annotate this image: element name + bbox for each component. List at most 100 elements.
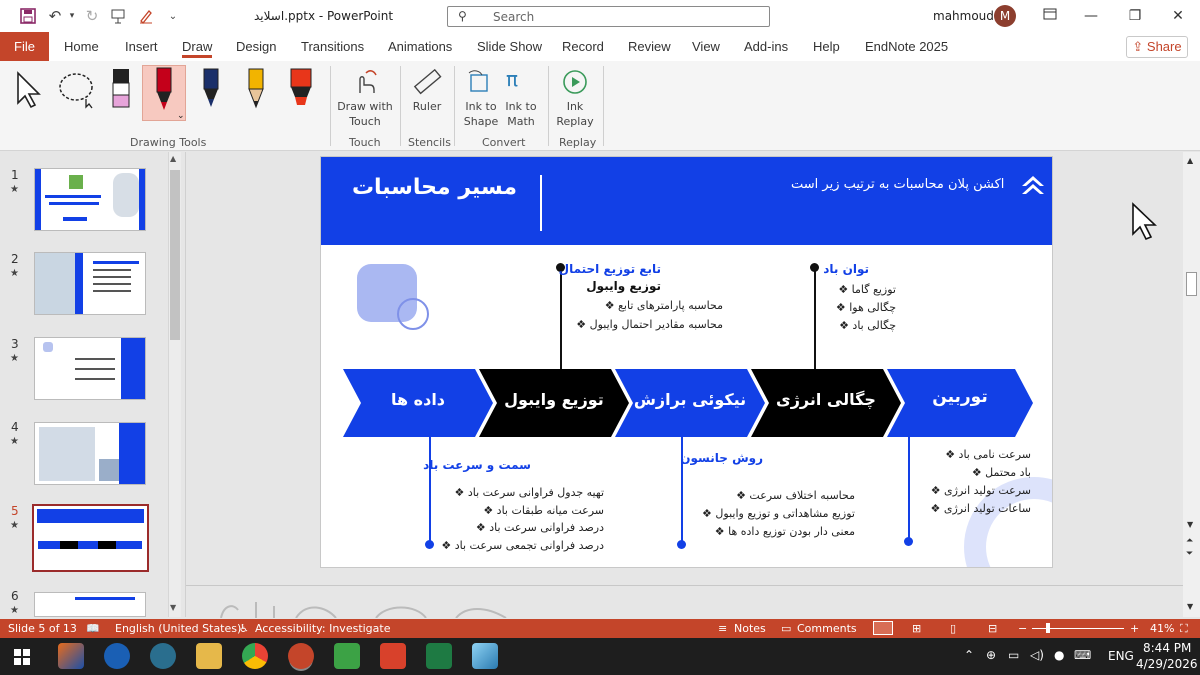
slide-thumbnail-2[interactable] xyxy=(34,252,146,315)
scroll-down-icon[interactable]: ▼ xyxy=(170,603,176,612)
tab-insert[interactable]: Insert xyxy=(125,32,158,61)
slide-thumbnail-1[interactable] xyxy=(34,168,146,231)
pencil-icon[interactable] xyxy=(243,67,269,116)
reading-view-icon[interactable]: ▯ xyxy=(950,622,956,635)
wind-power-item[interactable]: چگالی هوا ❖ xyxy=(826,299,896,317)
user-name[interactable]: mahmoud xyxy=(933,9,994,23)
johnson-item[interactable]: توزیع مشاهداتی و توزیع وایبول ❖ xyxy=(693,505,855,523)
prob-dist-item[interactable]: محاسبه پارامترهای تابع ❖ xyxy=(573,297,723,315)
pen-icon[interactable] xyxy=(136,6,156,26)
slide-subtitle[interactable]: اکشن پلان محاسبات به ترتیب زیر است xyxy=(791,177,1004,192)
camtasia-icon[interactable] xyxy=(334,643,360,669)
volume-icon[interactable]: ◁) xyxy=(1030,648,1044,662)
turbine-item[interactable]: سرعت تولید انرژی ❖ xyxy=(917,482,1031,500)
editor-scrollbar[interactable]: ▲ ▼ ⏶ ⏷ ▼ xyxy=(1183,152,1200,617)
scroll-down-icon[interactable]: ▼ xyxy=(1187,520,1193,529)
ribbon-display-icon[interactable] xyxy=(1035,6,1065,26)
ink-replay-icon[interactable] xyxy=(560,67,590,100)
arrow-label-turbine[interactable]: توربین xyxy=(903,387,1017,407)
tab-draw[interactable]: Draw xyxy=(182,32,213,61)
prev-slide-icon[interactable]: ⏶ xyxy=(1186,536,1193,546)
fit-slide-icon[interactable]: ⛶ xyxy=(1180,622,1188,636)
slide-counter[interactable]: Slide 5 of 13 xyxy=(8,622,77,635)
tab-transitions[interactable]: Transitions xyxy=(301,32,364,61)
tab-review[interactable]: Review xyxy=(628,32,671,61)
turbine-item[interactable]: ساعات تولید انرژی ❖ xyxy=(917,500,1032,518)
notes-icon[interactable]: ≡ xyxy=(718,622,727,635)
scroll-up-icon[interactable]: ▲ xyxy=(1187,156,1193,165)
minimize-icon[interactable]: — xyxy=(1076,6,1106,26)
accessibility-status[interactable]: Accessibility: Investigate xyxy=(255,622,391,635)
arrow-label-data[interactable]: داده ها xyxy=(361,390,475,409)
excel-icon[interactable] xyxy=(426,643,452,669)
clock-date[interactable]: 4/29/2026 xyxy=(1136,657,1198,671)
slideshow-view-icon[interactable]: ⊟ xyxy=(988,622,997,635)
slide-thumbnail-3[interactable] xyxy=(34,337,146,400)
slide-thumbnail-6[interactable] xyxy=(34,592,146,617)
tab-add-ins[interactable]: Add-ins xyxy=(744,32,788,61)
normal-view-icon[interactable] xyxy=(873,621,893,635)
scroll-down-icon[interactable]: ▼ xyxy=(1187,602,1193,611)
prob-dist-subheading[interactable]: توزیع وایبول xyxy=(573,279,661,293)
notes-app-icon[interactable] xyxy=(472,643,498,669)
undo-dropdown-icon[interactable]: ▾ xyxy=(66,6,78,26)
ruler-icon[interactable] xyxy=(412,67,442,100)
share-button[interactable]: ⇪ Share xyxy=(1126,36,1188,58)
redo-icon[interactable]: ↻ xyxy=(82,6,102,26)
tray-chevron-icon[interactable]: ⌃ xyxy=(964,648,974,662)
wind-dir-heading[interactable]: سمت و سرعت باد xyxy=(423,458,531,472)
powerpoint-icon[interactable] xyxy=(288,643,314,669)
slide-thumbnail-5[interactable] xyxy=(32,504,149,572)
comments-icon[interactable]: ▭ xyxy=(781,622,791,635)
comments-button[interactable]: Comments xyxy=(797,622,857,635)
zoom-slider-thumb[interactable] xyxy=(1046,623,1050,633)
microphone-icon[interactable]: ● xyxy=(1054,648,1064,662)
highlighter-orange-icon[interactable] xyxy=(287,67,315,116)
johnson-item[interactable]: محاسبه اختلاف سرعت ❖ xyxy=(693,487,855,505)
wind-dir-item[interactable]: سرعت میانه طبقات باد ❖ xyxy=(441,502,604,520)
search-app-icon[interactable] xyxy=(150,643,176,669)
slide-thumbnail-4[interactable] xyxy=(34,422,146,485)
johnson-item[interactable]: معنی دار بودن توزیع داده ها ❖ xyxy=(693,523,855,541)
tab-record[interactable]: Record xyxy=(562,32,604,61)
wind-dir-item[interactable]: درصد فراوانی تجمعی سرعت باد ❖ xyxy=(441,537,604,555)
customize-qat-icon[interactable]: ⌄ xyxy=(166,6,180,26)
arrow-label-goodness[interactable]: نیکوئی برازش xyxy=(633,390,747,409)
input-language[interactable]: ENG xyxy=(1108,649,1134,663)
zoom-out-icon[interactable]: − xyxy=(1018,622,1027,635)
thumbnail-scrollbar[interactable]: ▲ ▼ xyxy=(168,152,181,617)
tab-animations[interactable]: Animations xyxy=(388,32,452,61)
draw-with-touch-button[interactable]: Draw with Touch xyxy=(334,99,396,129)
ink-to-shape-icon[interactable] xyxy=(466,67,496,100)
tab-endnote[interactable]: EndNote 2025 xyxy=(865,32,948,61)
restore-icon[interactable]: ❐ xyxy=(1120,6,1150,26)
tab-view[interactable]: View xyxy=(692,32,720,61)
globe-icon[interactable]: ⊕ xyxy=(986,648,996,662)
accessibility-icon[interactable]: ♿ xyxy=(239,622,249,635)
arrow-label-energy[interactable]: چگالی انرژی xyxy=(769,390,883,409)
tab-file[interactable]: File xyxy=(0,32,49,61)
spellcheck-icon[interactable]: 📖 xyxy=(86,622,100,635)
ruler-button[interactable]: Ruler xyxy=(408,99,446,114)
windows-start-icon[interactable] xyxy=(14,649,30,668)
file-explorer-icon[interactable] xyxy=(196,643,222,669)
draw-with-touch-icon[interactable] xyxy=(350,67,380,100)
search-input[interactable]: ⚲ Search xyxy=(447,6,770,27)
wind-dir-item[interactable]: تهیه جدول فراوانی سرعت باد ❖ xyxy=(441,484,604,502)
prob-dist-heading[interactable]: تابع توزیع احتمال xyxy=(559,262,661,276)
matlab-icon[interactable] xyxy=(58,643,84,669)
blue-pen-icon[interactable] xyxy=(198,67,224,116)
ink-to-shape-button[interactable]: Ink to Shape xyxy=(460,99,502,129)
prob-dist-item[interactable]: محاسبه مقادیر احتمال وایبول ❖ xyxy=(573,316,723,334)
tab-home[interactable]: Home xyxy=(64,32,99,61)
turbine-item[interactable]: سرعت نامی باد ❖ xyxy=(917,446,1031,464)
lasso-select-icon[interactable] xyxy=(56,69,98,112)
language-status[interactable]: English (United States) xyxy=(115,622,241,635)
scroll-thumb[interactable] xyxy=(170,170,180,340)
battery-icon[interactable]: ▭ xyxy=(1008,648,1019,662)
turbine-item[interactable]: باد محتمل ❖ xyxy=(917,464,1031,482)
wind-power-item[interactable]: چگالی باد ❖ xyxy=(826,317,896,335)
current-slide[interactable]: مسیر محاسبات اکشن پلان محاسبات به ترتیب … xyxy=(320,156,1053,568)
browser-icon[interactable] xyxy=(104,643,130,669)
scroll-thumb[interactable] xyxy=(1186,272,1197,296)
